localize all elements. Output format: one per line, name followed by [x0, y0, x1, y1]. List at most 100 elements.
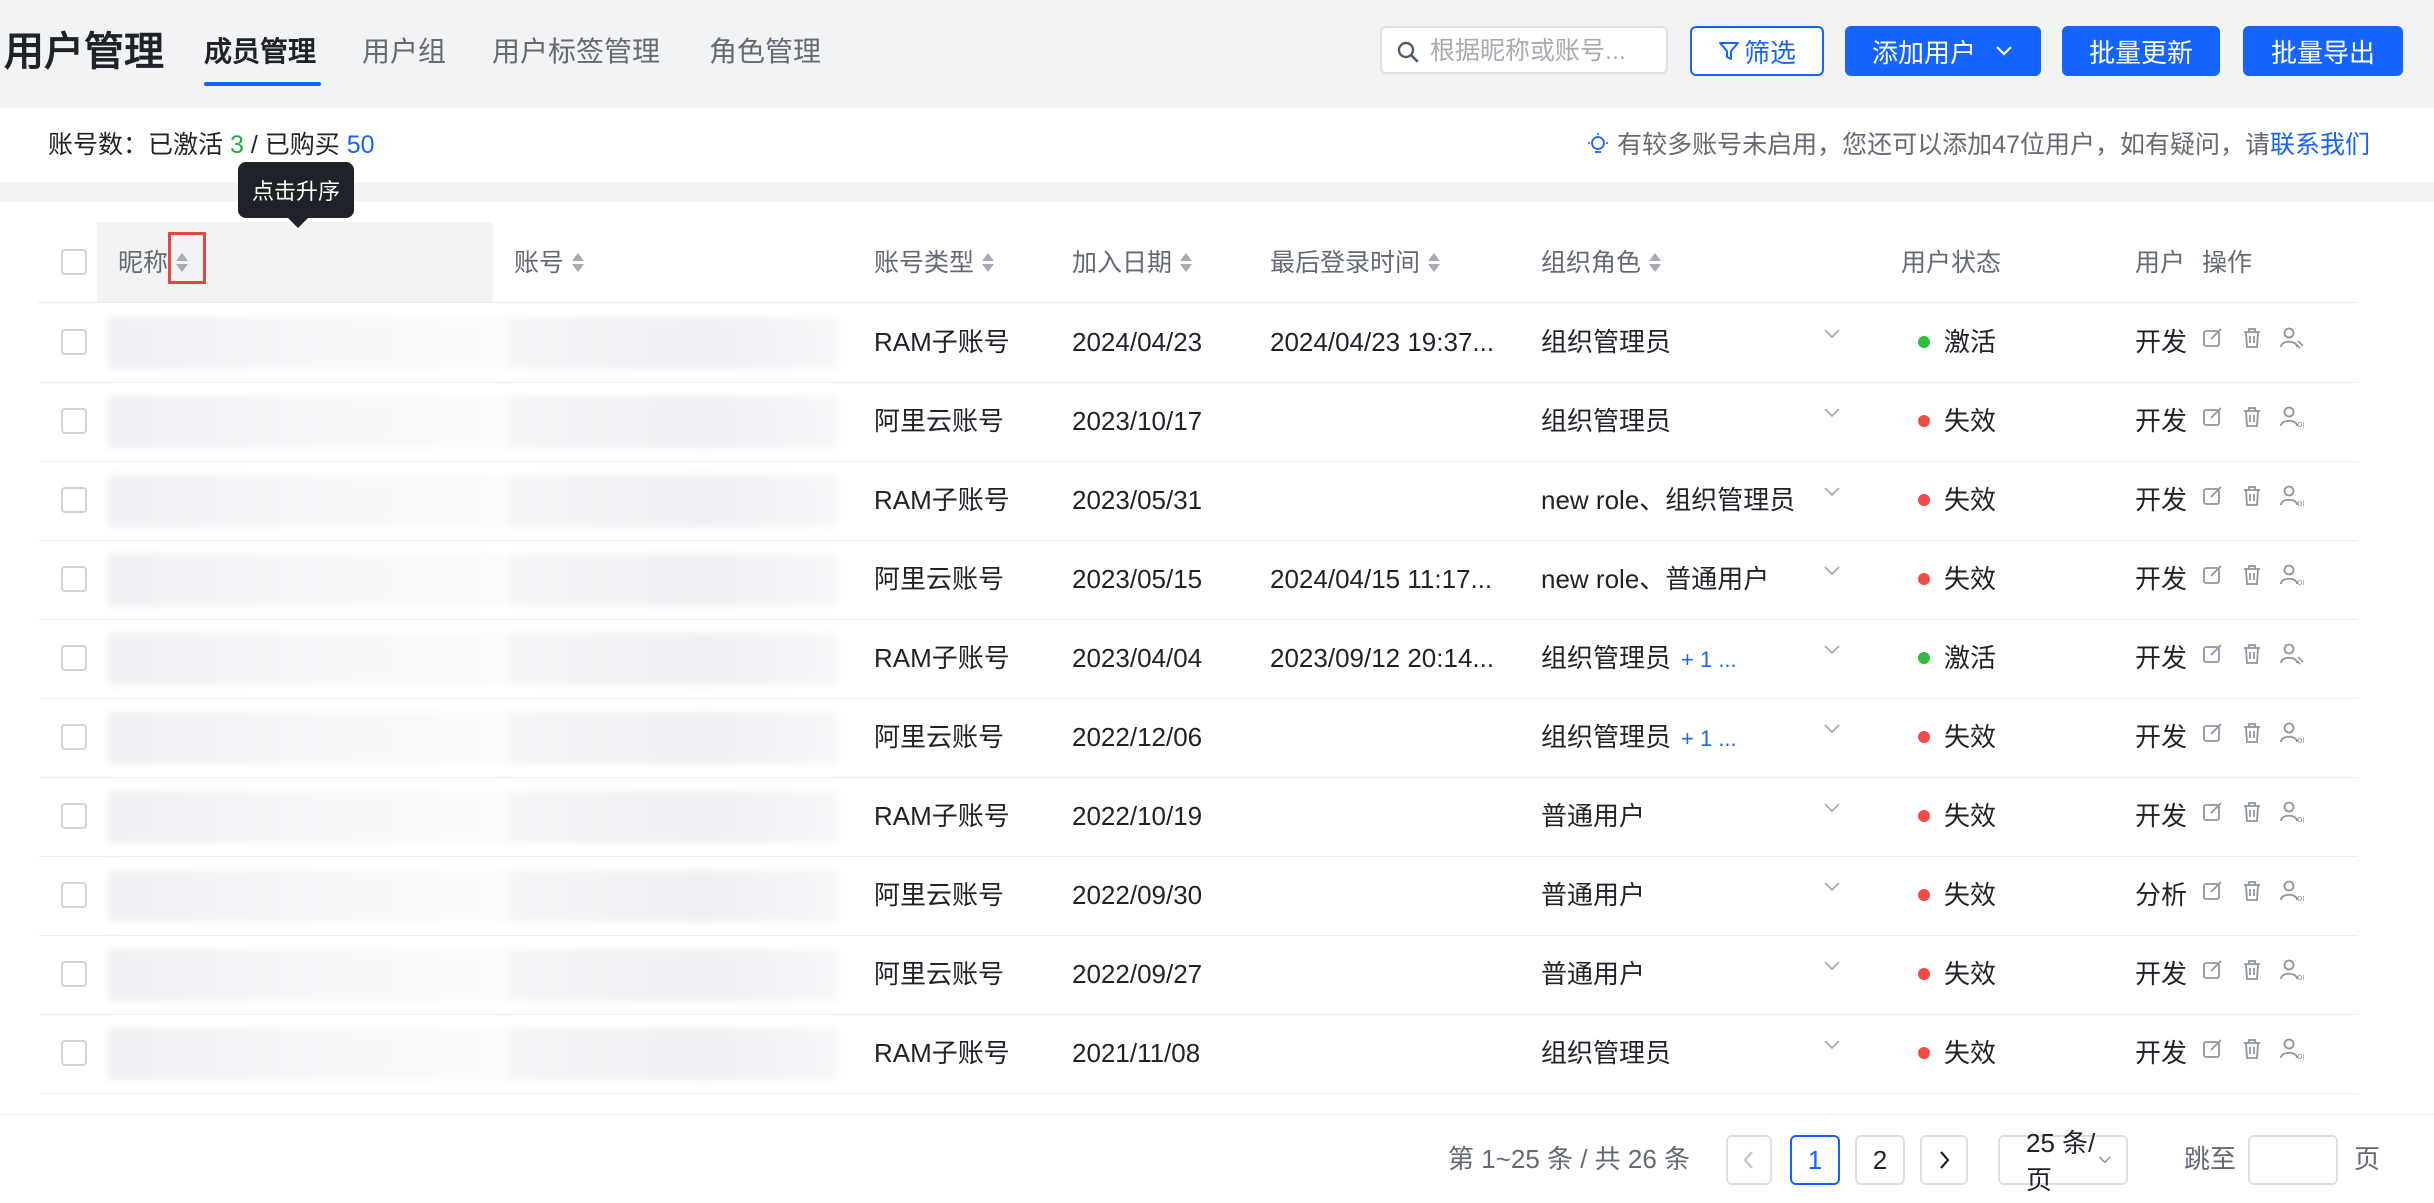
table-row[interactable]: 阿里云账号 2022/09/27 普通用户 失效 开发 on [38, 935, 2358, 1015]
search-box[interactable] [1380, 26, 1668, 74]
role-dropdown-chevron-icon[interactable] [1822, 406, 1842, 420]
sort-icon[interactable] [982, 252, 995, 274]
row-checkbox[interactable] [61, 961, 87, 987]
edit-icon[interactable] [2202, 643, 2224, 670]
sort-icon[interactable] [1180, 252, 1193, 274]
delete-icon[interactable] [2242, 801, 2262, 828]
org-role-cell[interactable]: 普通用户 [1541, 957, 1655, 993]
batch-export-button[interactable]: 批量导出 [2243, 26, 2403, 76]
tab-role-management[interactable]: 角色管理 [709, 30, 821, 74]
delete-icon[interactable] [2242, 722, 2262, 749]
org-role-cell[interactable]: 组织管理员 + 1 ... [1541, 720, 1737, 756]
table-row[interactable]: RAM子账号 2023/04/04 2023/09/12 20:14... 组织管理员… [38, 619, 2358, 699]
table-row[interactable]: 阿里云账号 2022/09/30 普通用户 失效 分析 on [38, 856, 2358, 936]
table-row[interactable]: RAM子账号 2023/05/31 new role、组织管理员 失效 开发 on [38, 461, 2358, 541]
disable-user-icon[interactable] [2280, 643, 2304, 670]
enable-user-icon[interactable]: on [2280, 406, 2308, 433]
search-input[interactable] [1428, 34, 1658, 68]
tab-user-tags[interactable]: 用户标签管理 [492, 30, 660, 74]
enable-user-icon[interactable]: on [2280, 1038, 2308, 1065]
edit-icon[interactable] [2202, 327, 2224, 354]
table-row[interactable]: RAM子账号 2021/11/08 组织管理员 失效 开发 on [38, 1014, 2358, 1094]
table-row[interactable]: 阿里云账号 2022/12/06 组织管理员 + 1 ... 失效 开发 on [38, 698, 2358, 778]
role-dropdown-chevron-icon[interactable] [1822, 564, 1842, 578]
role-dropdown-chevron-icon[interactable] [1822, 722, 1842, 736]
delete-icon[interactable] [2242, 327, 2262, 354]
row-checkbox[interactable] [61, 882, 87, 908]
filter-button[interactable]: 筛选 [1690, 26, 1824, 76]
edit-icon[interactable] [2202, 485, 2224, 512]
row-checkbox[interactable] [61, 803, 87, 829]
goto-page-input[interactable] [2248, 1135, 2338, 1185]
column-header-account-type[interactable]: 账号类型 [874, 246, 995, 280]
edit-icon[interactable] [2202, 722, 2224, 749]
delete-icon[interactable] [2242, 406, 2262, 433]
edit-icon[interactable] [2202, 801, 2224, 828]
role-dropdown-chevron-icon[interactable] [1822, 880, 1842, 894]
org-role-cell[interactable]: 普通用户 [1541, 799, 1655, 835]
org-role-cell[interactable]: 组织管理员 [1541, 404, 1681, 440]
column-header-last-login[interactable]: 最后登录时间 [1270, 246, 1441, 280]
enable-user-icon[interactable]: on [2280, 485, 2308, 512]
disable-user-icon[interactable] [2280, 327, 2304, 354]
row-checkbox[interactable] [61, 408, 87, 434]
org-role-cell[interactable]: 普通用户 [1541, 878, 1655, 914]
more-roles-link[interactable]: + 1 ... [1681, 647, 1737, 672]
sort-icon[interactable] [1649, 252, 1662, 274]
org-role-cell[interactable]: new role、组织管理员 [1541, 483, 1805, 519]
select-all-checkbox[interactable] [61, 249, 87, 275]
table-row[interactable]: RAM子账号 2022/10/19 普通用户 失效 开发 on [38, 777, 2358, 857]
enable-user-icon[interactable]: on [2280, 564, 2308, 591]
edit-icon[interactable] [2202, 564, 2224, 591]
role-dropdown-chevron-icon[interactable] [1822, 485, 1842, 499]
enable-user-icon[interactable]: on [2280, 880, 2308, 907]
edit-icon[interactable] [2202, 406, 2224, 433]
prev-page-button[interactable] [1726, 1135, 1772, 1185]
delete-icon[interactable] [2242, 485, 2262, 512]
row-checkbox[interactable] [61, 1040, 87, 1066]
delete-icon[interactable] [2242, 564, 2262, 591]
row-checkbox[interactable] [61, 645, 87, 671]
role-dropdown-chevron-icon[interactable] [1822, 801, 1842, 815]
edit-icon[interactable] [2202, 959, 2224, 986]
column-header-org-role[interactable]: 组织角色 [1541, 246, 1662, 280]
more-roles-link[interactable]: + 1 ... [1681, 726, 1737, 751]
org-role-cell[interactable]: new role、普通用户 [1541, 562, 1779, 598]
enable-user-icon[interactable]: on [2280, 959, 2308, 986]
delete-icon[interactable] [2242, 959, 2262, 986]
enable-user-icon[interactable]: on [2280, 801, 2308, 828]
row-checkbox[interactable] [61, 329, 87, 355]
tab-user-groups[interactable]: 用户组 [362, 30, 446, 74]
sort-icon[interactable] [1428, 252, 1441, 274]
next-page-button[interactable] [1920, 1135, 1968, 1185]
tab-member-management[interactable]: 成员管理 [204, 30, 316, 74]
table-row[interactable]: 阿里云账号 2023/10/17 组织管理员 失效 开发 on [38, 382, 2358, 462]
page-1-button[interactable]: 1 [1790, 1135, 1840, 1185]
add-user-button[interactable]: 添加用户 [1845, 26, 2041, 76]
page-size-select[interactable]: 25 条/页 [1998, 1128, 2128, 1195]
sort-icon[interactable] [572, 252, 585, 274]
role-dropdown-chevron-icon[interactable] [1822, 327, 1842, 341]
org-role-cell[interactable]: 组织管理员 + 1 ... [1541, 641, 1737, 677]
page-2-button[interactable]: 2 [1855, 1135, 1905, 1185]
role-dropdown-chevron-icon[interactable] [1822, 959, 1842, 973]
table-row[interactable]: RAM子账号 2024/04/23 2024/04/23 19:37... 组织管理员… [38, 303, 2358, 383]
delete-icon[interactable] [2242, 1038, 2262, 1065]
contact-us-link[interactable]: 联系我们 [2270, 128, 2370, 162]
role-dropdown-chevron-icon[interactable] [1822, 1038, 1842, 1052]
column-header-account[interactable]: 账号 [514, 246, 585, 280]
org-role-cell[interactable]: 组织管理员 [1541, 325, 1681, 361]
row-checkbox[interactable] [61, 487, 87, 513]
enable-user-icon[interactable]: on [2280, 722, 2308, 749]
row-checkbox[interactable] [61, 566, 87, 592]
row-checkbox[interactable] [61, 724, 87, 750]
edit-icon[interactable] [2202, 1038, 2224, 1065]
table-row[interactable]: 阿里云账号 2023/05/15 2024/04/15 11:17... new ro… [38, 540, 2358, 620]
delete-icon[interactable] [2242, 643, 2262, 670]
batch-update-button[interactable]: 批量更新 [2062, 26, 2220, 76]
delete-icon[interactable] [2242, 880, 2262, 907]
column-header-join-date[interactable]: 加入日期 [1072, 246, 1193, 280]
org-role-cell[interactable]: 组织管理员 [1541, 1036, 1681, 1072]
role-dropdown-chevron-icon[interactable] [1822, 643, 1842, 657]
edit-icon[interactable] [2202, 880, 2224, 907]
